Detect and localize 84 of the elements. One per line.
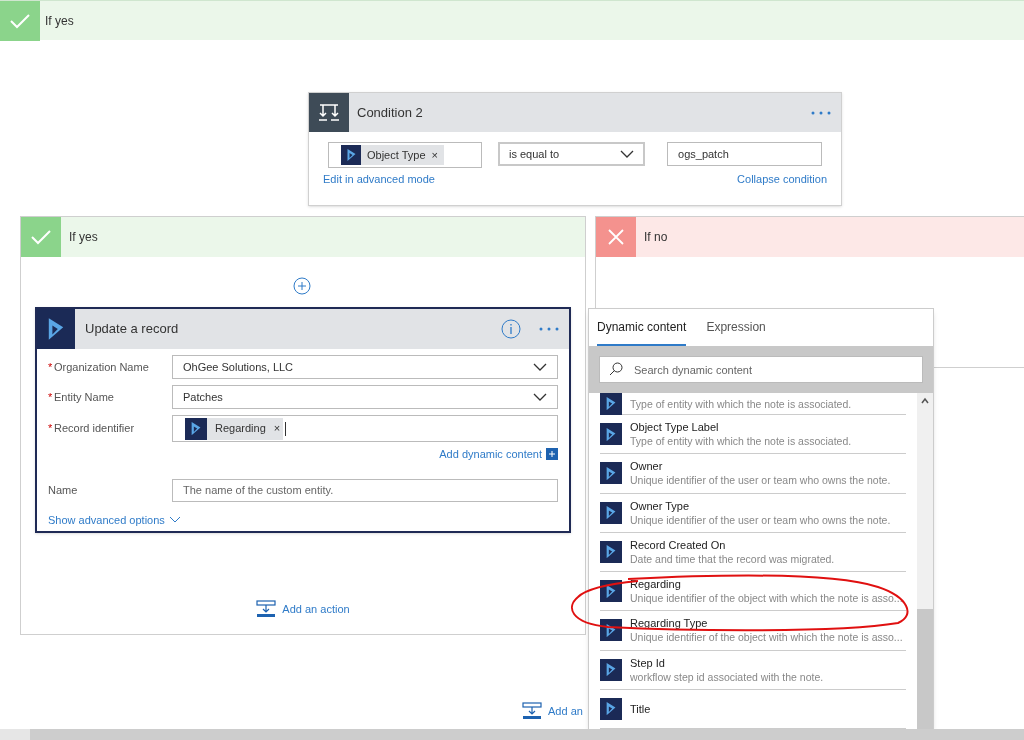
field-label: Entity Name [54,389,114,405]
remove-icon[interactable]: × [273,420,281,437]
search-field[interactable]: Search dynamic content [599,356,923,383]
collapse-link[interactable]: Collapse condition [737,171,827,188]
dynamics-icon [47,318,65,340]
branch-label: If yes [69,229,98,246]
search-icon [609,362,623,376]
add-action-link[interactable]: Add an action [256,600,350,618]
item-title: Regarding Type [630,616,709,631]
item-title: Owner Type [630,498,691,513]
remove-icon[interactable]: × [431,146,438,164]
item-description: Unique identifier of the user or team who owns the note. [630,512,891,527]
item-title: Owner [630,459,664,474]
dynamics-icon [341,145,361,165]
dynamics-icon [600,501,622,524]
item-description: Type of entity with which the note is associated. [630,434,852,449]
field-label: Name [48,482,78,498]
close-icon [608,229,624,245]
token-field[interactable]: Object Type × [328,142,482,168]
branch-label: If yes [45,12,74,30]
add-step-icon[interactable] [293,277,311,295]
dynamics-icon [600,423,622,446]
input-field[interactable]: The name of the custom entity. [172,478,558,502]
add-action-link[interactable]: Add an [522,702,583,720]
dynamic-content-item[interactable]: Owner Type Unique identifier of the user or team who owns the note. [600,493,906,533]
item-title: Step Id [630,655,666,670]
dropdown-field[interactable]: Patches [172,385,558,409]
plus-icon[interactable] [546,448,558,461]
dynamics-icon [600,658,622,681]
dynamics-icon [600,697,622,720]
check-icon [31,229,51,245]
required-mark: * [48,421,54,437]
value-field[interactable]: ogs_patch [667,142,822,166]
chevron-down-icon [620,150,635,158]
add-action-icon [256,600,277,618]
more-icon[interactable] [539,327,559,331]
dynamics-icon [600,462,622,485]
check-icon [10,12,30,29]
dynamic-content-item[interactable]: Owner Unique identifier of the user or team who owns the note. [600,454,906,494]
dynamics-icon [185,417,207,440]
chevron-down-icon [168,516,181,524]
dynamic-content-item[interactable]: Record Created On Date and time that the record was migrated. [600,532,906,572]
dynamics-icon [600,393,622,415]
item-title: Record Created On [630,537,727,552]
token-field[interactable]: Regarding × [172,415,558,442]
operator-dropdown[interactable]: is equal to [498,142,646,166]
branch-label: If no [644,229,668,246]
field-label: Record identifier [54,421,135,437]
item-description: Type of entity with which the note is associated. [630,396,852,411]
token-chip[interactable]: Regarding × [185,417,284,440]
dynamic-content-item[interactable]: Type of entity with which the note is associated. [600,393,906,415]
dropdown-field[interactable]: OhGee Solutions, LLC [172,355,558,379]
dynamic-content-item[interactable]: Object Type Label Type of entity with which the note is associated. [600,415,906,455]
dynamics-icon [600,540,622,563]
item-description: Unique identifier of the object with which the note is asso... [630,630,903,645]
add-dynamic-content-link[interactable]: Add dynamic content [439,446,542,463]
dynamic-content-item[interactable]: Step Id workflow step id associated with the note. [600,650,906,690]
chevron-down-icon [533,363,547,371]
chevron-down-icon [533,393,547,401]
dynamics-icon [600,580,622,603]
add-action-icon [522,702,542,720]
token-chip[interactable]: Object Type × [341,145,444,165]
required-mark: * [48,359,54,375]
item-description: Date and time that the record was migrated. [630,551,835,566]
scroll-up-icon[interactable] [920,397,930,405]
required-mark: * [48,389,54,405]
item-title: Object Type Label [630,420,720,435]
card-title: Condition 2 [357,103,424,122]
tab[interactable]: Expression [706,318,766,346]
item-description: workflow step id associated with the note. [630,669,824,684]
item-description: Unique identifier of the user or team who owns the note. [630,473,891,488]
field-label: Organization Name [54,359,149,375]
scrollbar[interactable] [917,393,933,729]
info-icon[interactable] [501,319,521,339]
more-icon[interactable] [811,110,831,115]
advanced-options-link[interactable]: Show advanced options [48,511,558,528]
advanced-mode-link[interactable]: Edit in advanced mode [323,171,435,188]
item-title: Regarding [630,577,682,592]
item-title: Title [630,701,651,716]
dynamic-content-item[interactable]: Regarding Type Unique identifier of the object with which the note is asso... [600,611,906,651]
condition-icon [318,102,340,123]
dynamics-icon [600,619,622,642]
horizontal-scrollbar[interactable] [0,729,1024,740]
card-title: Update a record [85,320,180,339]
